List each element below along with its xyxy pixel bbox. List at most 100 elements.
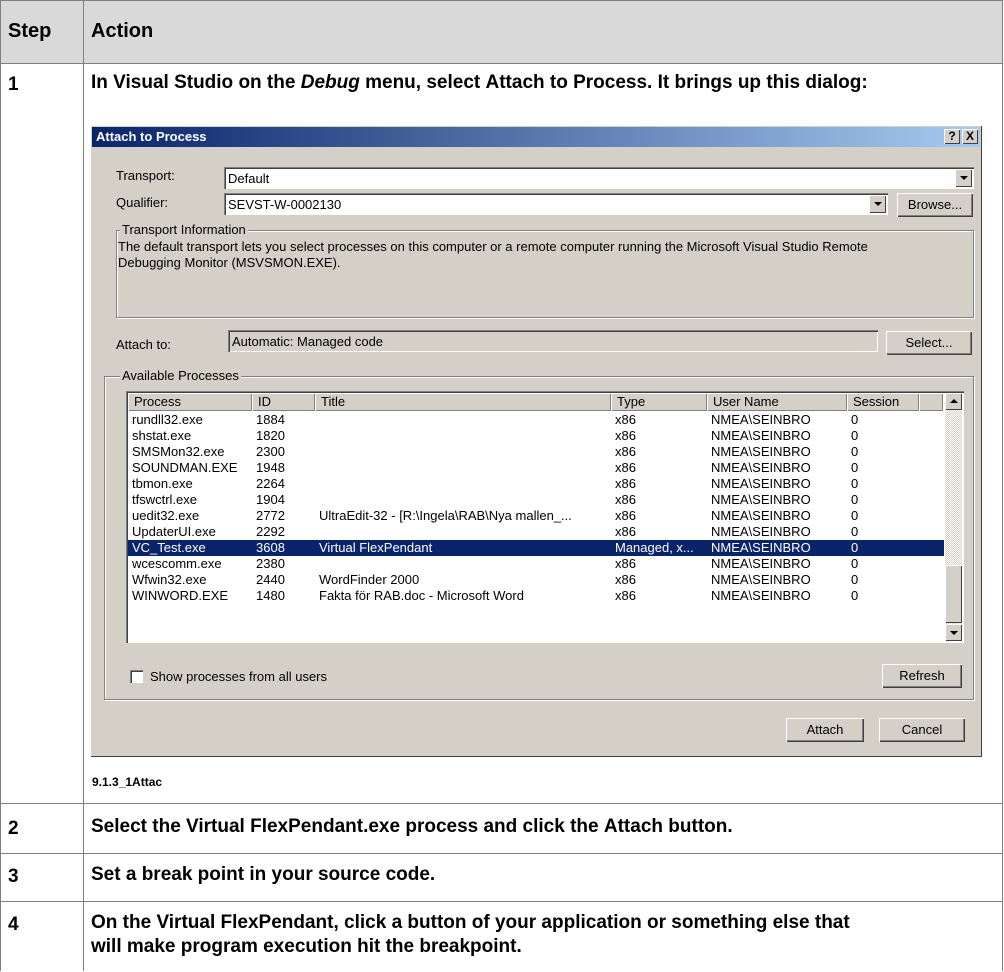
scroll-down-icon[interactable] — [945, 624, 962, 641]
process-cell-user-name: NMEA\SEINBRO — [711, 428, 811, 443]
process-cell-process: uedit32.exe — [132, 508, 200, 523]
column-header-type[interactable]: Type — [611, 393, 707, 411]
process-cell-id: 1480 — [256, 588, 285, 603]
attach-to-process-dialog: Attach to Process ? X Transport: Default… — [90, 125, 982, 757]
refresh-button[interactable]: Refresh — [882, 664, 962, 688]
select-button[interactable]: Select... — [886, 331, 972, 355]
process-cell-process: wcescomm.exe — [132, 556, 222, 571]
process-cell-user-name: NMEA\SEINBRO — [711, 444, 811, 459]
process-cell-process: VC_Test.exe — [132, 540, 206, 555]
available-processes-title: Available Processes — [120, 368, 241, 383]
process-cell-session: 0 — [851, 412, 859, 427]
column-header-title[interactable]: Title — [315, 393, 611, 411]
process-cell-type: x86 — [615, 428, 636, 443]
process-cell-id: 1904 — [256, 492, 285, 507]
process-row[interactable]: uedit32.exe 2772 UltraEdit-32 - [R:\Ingela… — [128, 508, 944, 524]
process-cell-session: 0 — [851, 492, 859, 507]
process-row[interactable]: tbmon.exe 2264 x86 NMEA\SEINBRO 0 — [128, 476, 944, 492]
process-cell-id: 3608 — [256, 540, 285, 555]
process-cell-type: x86 — [615, 556, 636, 571]
dialog-titlebar[interactable]: Attach to Process ? X — [92, 127, 980, 147]
column-header-id[interactable]: ID — [252, 393, 315, 411]
process-row[interactable]: VC_Test.exe 3608 Virtual FlexPendant Manage… — [128, 540, 944, 556]
process-cell-title: UltraEdit-32 - [R:\Ingela\RAB\Nya mallen… — [319, 508, 572, 523]
process-row[interactable]: WINWORD.EXE 1480 Fakta för RAB.doc - Micro… — [128, 588, 944, 604]
step-number: 4 — [8, 914, 19, 935]
scrollbar-thumb[interactable] — [945, 565, 962, 623]
process-cell-process: WINWORD.EXE — [132, 588, 229, 603]
table-divider — [0, 803, 1003, 804]
transport-value: Default — [228, 171, 270, 186]
process-cell-session: 0 — [851, 588, 859, 603]
process-row[interactable]: tfswctrl.exe 1904 x86 NMEA\SEINBRO 0 — [128, 492, 944, 508]
process-row[interactable]: SMSMon32.exe 2300 x86 NMEA\SEINBRO 0 — [128, 444, 944, 460]
table-border-right — [1002, 0, 1003, 971]
show-all-users-checkbox[interactable] — [130, 670, 143, 683]
process-cell-session: 0 — [851, 524, 859, 539]
process-row[interactable]: Wfwin32.exe 2440 WordFinder 2000 x86 NMEA\SE… — [128, 572, 944, 588]
vertical-scrollbar[interactable] — [945, 393, 962, 641]
process-row[interactable]: UpdaterUI.exe 2292 x86 NMEA\SEINBRO 0 — [128, 524, 944, 540]
process-cell-type: x86 — [615, 508, 636, 523]
process-cell-type: x86 — [615, 460, 636, 475]
chevron-down-icon[interactable] — [955, 169, 972, 187]
process-cell-user-name: NMEA\SEINBRO — [711, 524, 811, 539]
process-cell-user-name: NMEA\SEINBRO — [711, 476, 811, 491]
column-header-process[interactable]: Process — [128, 393, 252, 411]
process-cell-type: x86 — [615, 476, 636, 491]
process-cell-session: 0 — [851, 556, 859, 571]
process-cell-type: x86 — [615, 572, 636, 587]
process-cell-type: x86 — [615, 492, 636, 507]
process-cell-process: shstat.exe — [132, 428, 192, 443]
process-cell-session: 0 — [851, 476, 859, 491]
process-cell-title: Fakta för RAB.doc - Microsoft Word — [319, 588, 524, 603]
process-cell-user-name: NMEA\SEINBRO — [711, 572, 811, 587]
attach-to-label: Attach to: — [116, 337, 171, 352]
help-button[interactable]: ? — [944, 129, 960, 144]
process-cell-type: x86 — [615, 444, 636, 459]
step-2-action: Select the Virtual FlexPendant.exe proce… — [91, 816, 733, 837]
step-4-action: On the Virtual FlexPendant, click a butt… — [91, 912, 850, 957]
process-cell-process: Wfwin32.exe — [132, 572, 207, 587]
process-cell-id: 2264 — [256, 476, 285, 491]
process-cell-title: WordFinder 2000 — [319, 572, 420, 587]
process-row[interactable]: rundll32.exe 1884 x86 NMEA\SEINBRO 0 — [128, 412, 944, 428]
process-cell-session: 0 — [851, 508, 859, 523]
cancel-button[interactable]: Cancel — [879, 718, 965, 742]
step-number: 1 — [8, 74, 19, 95]
step-number: 3 — [8, 866, 19, 887]
attach-button[interactable]: Attach — [786, 718, 864, 742]
process-cell-process: UpdaterUI.exe — [132, 524, 216, 539]
qualifier-value: SEVST-W-0002130 — [228, 197, 342, 212]
process-row[interactable]: wcescomm.exe 2380 x86 NMEA\SEINBRO 0 — [128, 556, 944, 572]
qualifier-label: Qualifier: — [116, 195, 169, 210]
scroll-up-icon[interactable] — [945, 393, 962, 410]
column-header-filler — [919, 393, 943, 411]
process-cell-process: SOUNDMAN.EXE — [132, 460, 238, 475]
process-cell-user-name: NMEA\SEINBRO — [711, 540, 811, 555]
process-list[interactable]: Process ID Title Type User Name Session … — [126, 391, 964, 643]
browse-button[interactable]: Browse... — [897, 193, 973, 217]
attach-to-field: Automatic: Managed code — [228, 330, 878, 352]
column-header-user-name[interactable]: User Name — [707, 393, 847, 411]
table-column-divider — [83, 0, 84, 971]
column-header-session[interactable]: Session — [847, 393, 919, 411]
process-cell-type: x86 — [615, 412, 636, 427]
close-button[interactable]: X — [962, 129, 978, 144]
process-cell-session: 0 — [851, 540, 859, 555]
table-border-top — [0, 0, 1003, 1]
chevron-down-icon[interactable] — [869, 195, 886, 213]
process-cell-id: 2292 — [256, 524, 285, 539]
qualifier-combobox[interactable]: SEVST-W-0002130 — [224, 193, 888, 215]
process-row[interactable]: SOUNDMAN.EXE 1948 x86 NMEA\SEINBRO 0 — [128, 460, 944, 476]
step-1-action: In Visual Studio on the Debug menu, sele… — [91, 72, 868, 93]
process-cell-user-name: NMEA\SEINBRO — [711, 556, 811, 571]
show-all-users-label[interactable]: Show processes from all users — [150, 669, 327, 684]
table-border-left — [0, 0, 1, 971]
table-divider — [0, 63, 1003, 64]
step-3-action: Set a break point in your source code. — [91, 864, 436, 885]
transport-dropdown[interactable]: Default — [224, 167, 974, 189]
dialog-title: Attach to Process — [96, 129, 207, 144]
table-divider — [0, 901, 1003, 902]
process-row[interactable]: shstat.exe 1820 x86 NMEA\SEINBRO 0 — [128, 428, 944, 444]
